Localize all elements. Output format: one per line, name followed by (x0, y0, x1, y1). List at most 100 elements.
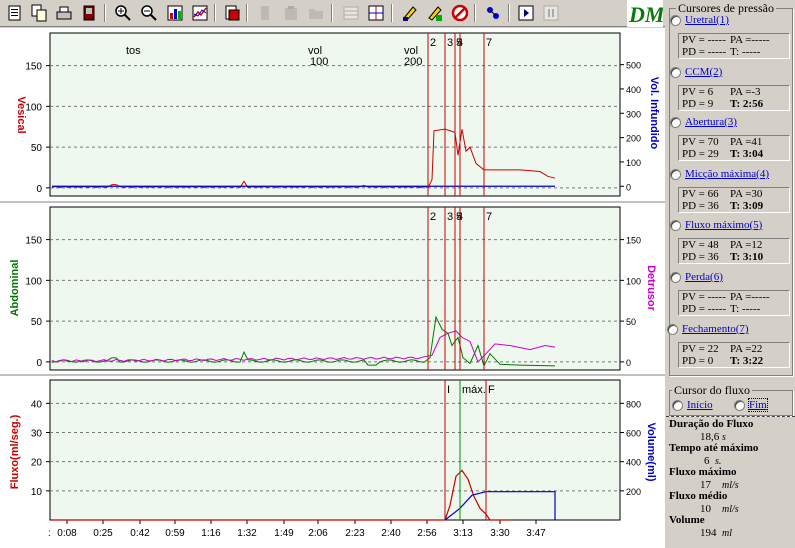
table-icon[interactable] (340, 2, 362, 24)
flow-panel (49, 379, 621, 521)
charts-svg: 1501005005004003002001000150100500150100… (0, 28, 665, 548)
flow-fim-link[interactable]: Fim (748, 398, 768, 412)
cursor-radio-icon[interactable] (667, 323, 678, 335)
fit-icon[interactable] (482, 2, 504, 24)
pause-icon[interactable] (540, 2, 562, 24)
sidebar: Cursores de pressão Uretral(1) PV = -----… (666, 0, 795, 548)
line-chart-icon[interactable] (189, 2, 211, 24)
x-tick-label: 3:30 (490, 528, 510, 539)
marker-edit-icon[interactable] (424, 2, 446, 24)
cursor-row[interactable]: Micção máxima(4) (670, 168, 794, 180)
cursor-link[interactable]: Micção máxima(4) (685, 168, 769, 180)
left-tick-label-bot: 10 (31, 487, 43, 498)
right-tick-label-bot: 200 (626, 487, 641, 497)
right-tick-label-mid: 100 (626, 276, 641, 286)
report-icon[interactable] (221, 2, 243, 24)
x-tick-label: 2:06 (308, 528, 328, 539)
left-tick-label-top: 0 (36, 184, 42, 195)
pa-value: PA =30 (730, 188, 763, 200)
detrusor-axis-label: Detrusor (645, 265, 657, 312)
cursor-row[interactable]: Fluxo máximo(5) (670, 219, 794, 231)
folder-icon[interactable] (305, 2, 327, 24)
edit-icon[interactable] (254, 2, 276, 24)
cursor-radio-icon[interactable] (670, 168, 681, 180)
cursor-link[interactable]: Fluxo máximo(5) (685, 219, 762, 231)
cursor-row[interactable]: Uretral(1) (670, 14, 794, 26)
cursor-link[interactable]: Fechamento(7) (682, 323, 749, 335)
x-tick-label: 3:13 (453, 528, 473, 539)
cursor-row[interactable]: Fechamento(7) (667, 323, 791, 335)
pa-value: PA =12 (730, 239, 763, 251)
logo-text: DM (628, 2, 663, 27)
zoom-in-icon[interactable] (112, 2, 134, 24)
pa-value: PA =41 (730, 136, 763, 148)
cursor-radio-icon[interactable] (670, 116, 681, 128)
t-value: T: ----- (730, 303, 761, 315)
cursor-radio-icon[interactable] (670, 14, 681, 26)
abdominal-axis-label: Abdominal (9, 260, 21, 317)
pa-value: PA =----- (730, 291, 770, 303)
pv-value: PV = 6 (682, 86, 714, 98)
cursor-link[interactable]: Perda(6) (685, 271, 723, 283)
pressure-cursor-label: 5 (456, 211, 462, 223)
pressure-cursor-label: 2 (430, 211, 436, 223)
flow-fim-radio[interactable]: Fim (734, 398, 768, 412)
flow-inicio-link[interactable]: Início (687, 399, 713, 411)
open-icon[interactable] (4, 2, 26, 24)
play-icon[interactable] (515, 2, 537, 24)
plot-area: 150 100 50 0 500 400 300 200 100 0 150 100 50 0 150 100… (0, 28, 665, 548)
logo: DM (627, 0, 666, 27)
pa-value: PA =-3 (730, 86, 761, 98)
cursor-radio-icon[interactable] (670, 271, 681, 283)
cursor-values: PV = 22 PA =22 PD = 0 T: 3:22 (678, 342, 790, 368)
pressure-cursor-label: 7 (486, 211, 492, 223)
clipboard-icon[interactable] (280, 2, 302, 24)
vol-infundido-axis-label: Vol. Infundido (648, 77, 660, 150)
fmed-label: Fluxo médio (669, 490, 728, 502)
right-tick-label-top: 200 (626, 134, 641, 144)
right-tick-label-top: 0 (626, 182, 631, 192)
axes-icon[interactable] (365, 2, 387, 24)
right-tick-label-bot: 600 (626, 429, 641, 439)
right-tick-label-bot: 800 (626, 399, 641, 409)
cancel-icon[interactable] (449, 2, 471, 24)
cursor-radio-icon[interactable] (670, 66, 681, 78)
pressure-cursor-label: 2 (430, 37, 436, 49)
inicio-radio-icon[interactable] (672, 399, 683, 411)
x-tick-label: 0:42 (130, 528, 150, 539)
flow-inicio-radio[interactable]: Início (672, 399, 713, 411)
exit-icon[interactable] (78, 2, 100, 24)
t-value: T: 3:10 (730, 251, 764, 263)
cursor-row[interactable]: Abertura(3) (670, 116, 794, 128)
pv-value: PV = 66 (682, 188, 719, 200)
cursor-radio-icon[interactable] (670, 219, 681, 231)
flow-cursor-label: I (447, 384, 450, 396)
pv-value: PV = ----- (682, 34, 726, 46)
bar-chart-icon[interactable] (164, 2, 186, 24)
cursor-link[interactable]: Abertura(3) (685, 116, 737, 128)
cursor-values: PV = ----- PA =----- PD = ----- T: ----- (678, 33, 790, 59)
print-icon[interactable] (53, 2, 75, 24)
duracao-label: Duração do Fluxo (669, 418, 754, 430)
x-tick-label: : (48, 528, 51, 539)
marker-icon[interactable] (399, 2, 421, 24)
pv-value: PV = 22 (682, 343, 719, 355)
pressure-cursor-label: 3 (447, 211, 453, 223)
t-value: T: 3:04 (730, 148, 764, 160)
cursor-row[interactable]: CCM(2) (670, 66, 794, 78)
left-tick-label-top: 150 (25, 62, 42, 73)
fim-radio-icon[interactable] (734, 399, 745, 411)
zoom-out-icon[interactable] (138, 2, 160, 24)
left-tick-label-top: 50 (31, 143, 43, 154)
left-tick-label-mid: 50 (31, 317, 43, 328)
cursor-link[interactable]: Uretral(1) (685, 14, 729, 26)
cursor-values: PV = 66 PA =30 PD = 36 T: 3:09 (678, 187, 790, 213)
annotation-vol200-value: 200 (404, 56, 422, 68)
x-tick-label: 0:59 (165, 528, 185, 539)
x-tick-label: 0:25 (93, 528, 113, 539)
pa-value: PA =----- (730, 34, 770, 46)
tempo-label: Tempo até máximo (669, 442, 759, 454)
cursor-link[interactable]: CCM(2) (685, 66, 722, 78)
copy-icon[interactable] (28, 2, 50, 24)
cursor-row[interactable]: Perda(6) (670, 271, 794, 283)
